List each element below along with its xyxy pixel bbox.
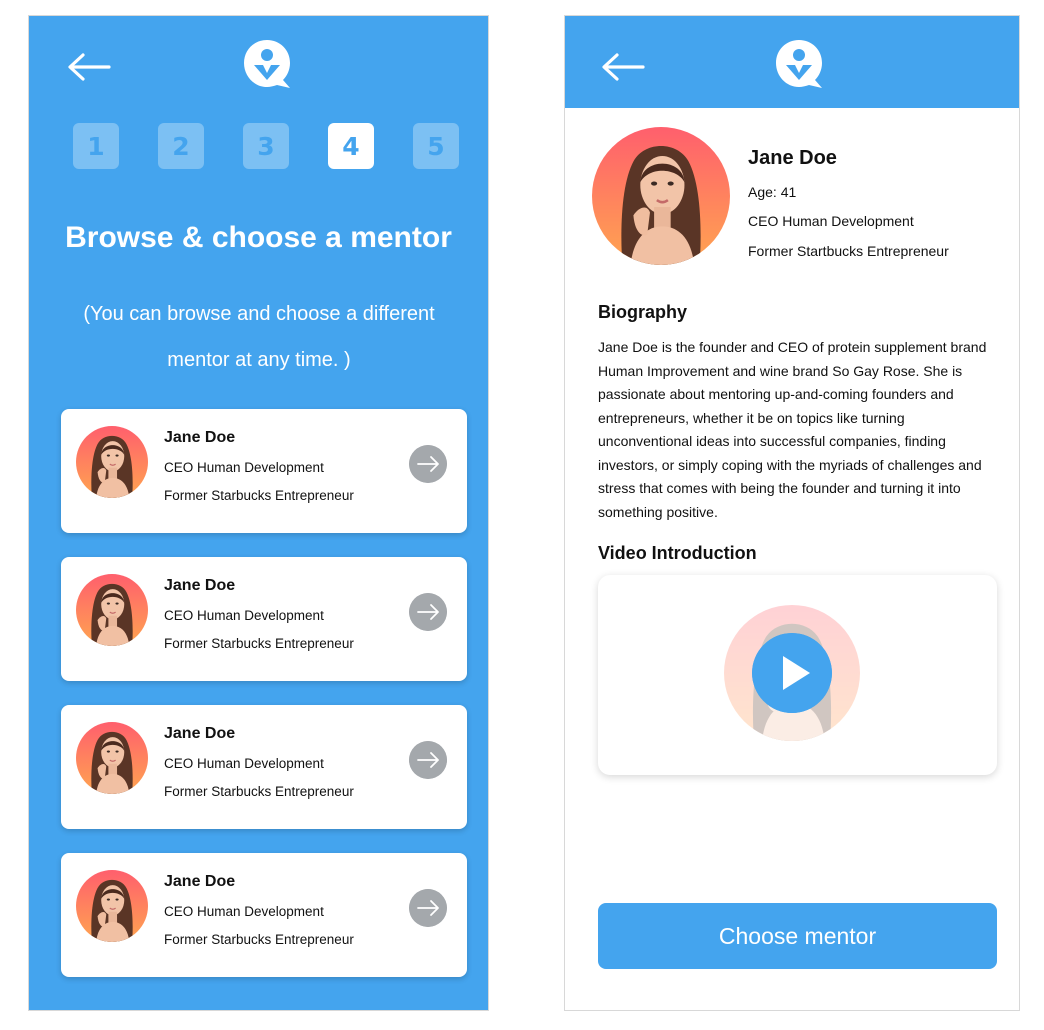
- avatar: [592, 127, 730, 265]
- mentor-org: Former Starbucks Entrepreneur: [164, 784, 354, 799]
- mentor-name: Jane Doe: [164, 429, 236, 446]
- avatar: [76, 426, 148, 498]
- step-2[interactable]: 2: [158, 123, 204, 169]
- avatar: [76, 870, 148, 942]
- mentor-org: Former Starbucks Entrepreneur: [164, 636, 354, 651]
- step-3[interactable]: 3: [243, 123, 289, 169]
- arrow-right-icon[interactable]: [409, 445, 447, 483]
- profile-age: Age: 41: [748, 184, 797, 200]
- profile-org: Former Startbucks Entrepreneur: [748, 243, 949, 259]
- mentor-name: Jane Doe: [164, 577, 236, 594]
- profile-name: Jane Doe: [748, 147, 837, 169]
- mentor-title: CEO Human Development: [164, 904, 324, 919]
- arrow-right-icon[interactable]: [409, 593, 447, 631]
- biography-heading: Biography: [598, 302, 688, 322]
- arrow-right-icon[interactable]: [409, 889, 447, 927]
- play-icon[interactable]: [752, 633, 832, 713]
- mentor-name: Jane Doe: [164, 873, 236, 890]
- mentor-org: Former Starbucks Entrepreneur: [164, 932, 354, 947]
- person-pin-chat-icon: [773, 38, 825, 90]
- mentor-title: CEO Human Development: [164, 608, 324, 623]
- person-pin-chat-icon: [241, 38, 293, 90]
- mentor-card[interactable]: Jane Doe CEO Human Development Former St…: [61, 409, 467, 533]
- browse-mentor-screen: 1 2 3 4 5 Browse & choose a mentor (You …: [28, 15, 489, 1011]
- mentor-title: CEO Human Development: [164, 460, 324, 475]
- step-indicator: 1 2 3 4 5: [73, 123, 461, 169]
- video-heading: Video Introduction: [598, 543, 757, 563]
- arrow-left-icon[interactable]: [601, 52, 645, 82]
- page-title: Browse & choose a mentor: [65, 221, 452, 254]
- header-bar: [565, 16, 1019, 108]
- choose-mentor-button[interactable]: Choose mentor: [598, 903, 997, 969]
- avatar: [76, 574, 148, 646]
- mentor-card[interactable]: Jane Doe CEO Human Development Former St…: [61, 853, 467, 977]
- mentor-name: Jane Doe: [164, 725, 236, 742]
- biography-text: Jane Doe is the founder and CEO of prote…: [598, 339, 987, 520]
- mentor-title: CEO Human Development: [164, 756, 324, 771]
- step-1[interactable]: 1: [73, 123, 119, 169]
- video-player[interactable]: [598, 575, 997, 775]
- arrow-right-icon[interactable]: [409, 741, 447, 779]
- mentor-card[interactable]: Jane Doe CEO Human Development Former St…: [61, 557, 467, 681]
- mentor-card[interactable]: Jane Doe CEO Human Development Former St…: [61, 705, 467, 829]
- avatar: [76, 722, 148, 794]
- mentor-org: Former Starbucks Entrepreneur: [164, 488, 354, 503]
- mentor-profile-screen: Jane Doe Age: 41 CEO Human Development F…: [564, 15, 1020, 1011]
- profile-title: CEO Human Development: [748, 213, 914, 229]
- page-subtitle: (You can browse and choose a different m…: [83, 303, 435, 371]
- arrow-left-icon[interactable]: [67, 52, 111, 82]
- step-4[interactable]: 4: [328, 123, 374, 169]
- step-5[interactable]: 5: [413, 123, 459, 169]
